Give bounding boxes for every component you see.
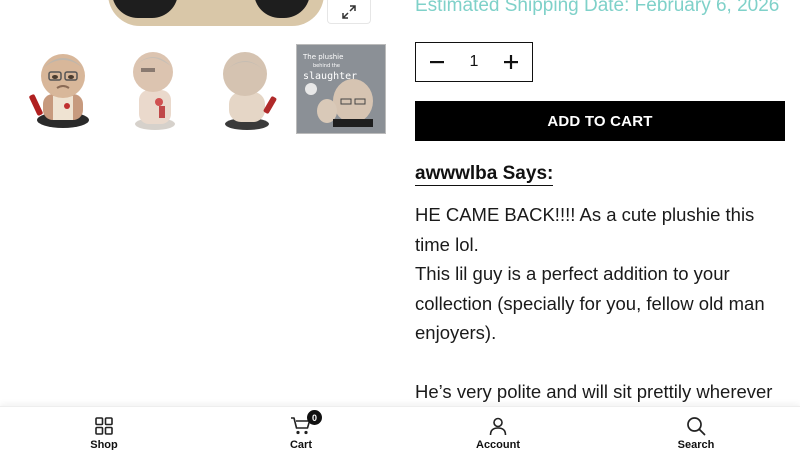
review-says-label: Says: [497, 163, 554, 184]
plus-icon [504, 55, 518, 69]
poster-line-2: behind the [313, 63, 340, 69]
plushie-front-image [29, 54, 89, 128]
nav-account-label: Account [476, 439, 520, 450]
add-to-cart-button[interactable]: ADD TO CART [415, 101, 785, 141]
bottom-navigation: Shop 0 Cart Account Search [0, 406, 800, 450]
plushie-poster-image: The plushie behind the slaughter [297, 45, 385, 133]
zoom-button[interactable] [327, 0, 371, 24]
nav-search-label: Search [677, 439, 715, 450]
review-body: HE CAME BACK!!!! As a cute plushie this … [415, 200, 790, 407]
review-author-name: awwwlba [415, 163, 498, 184]
thumbnail-plushie-back[interactable] [200, 44, 290, 134]
nav-search[interactable]: Search [636, 407, 756, 450]
review-author-link[interactable]: awwwlba Says: [415, 163, 554, 186]
decrease-quantity-button[interactable] [428, 53, 446, 71]
thumbnail-plushie-side[interactable] [108, 44, 198, 134]
review-line: This lil guy is a perfect addition to yo… [415, 263, 765, 343]
expand-icon [342, 4, 356, 19]
increase-quantity-button[interactable] [502, 53, 520, 71]
search-icon [687, 417, 706, 436]
review-line: He’s very polite and will sit prettily w… [415, 381, 773, 402]
user-icon [489, 417, 507, 436]
nav-cart-label: Cart [289, 439, 312, 450]
minus-icon [430, 61, 444, 64]
poster-line-1: The plushie [302, 53, 343, 61]
nav-shop-label: Shop [90, 439, 118, 450]
quantity-stepper[interactable]: 1 [415, 42, 533, 82]
nav-account[interactable]: Account [438, 407, 558, 450]
grid-icon [95, 417, 113, 435]
nav-shop[interactable]: Shop [44, 407, 164, 450]
thumbnail-plushie-front[interactable] [18, 44, 108, 134]
nav-cart[interactable]: 0 Cart [241, 407, 361, 450]
review-author-heading: awwwlba Says: [415, 163, 554, 186]
quantity-value[interactable]: 1 [470, 53, 479, 71]
thumbnail-plushie-poster[interactable]: The plushie behind the slaughter [296, 44, 386, 134]
cart-count-badge: 0 [307, 410, 322, 425]
review-line: HE CAME BACK!!!! As a cute plushie this … [415, 204, 755, 255]
plushie-side-image [133, 52, 175, 130]
plushie-back-image [223, 52, 277, 130]
estimated-shipping-date: Estimated Shipping Date: February 6, 202… [415, 0, 780, 16]
